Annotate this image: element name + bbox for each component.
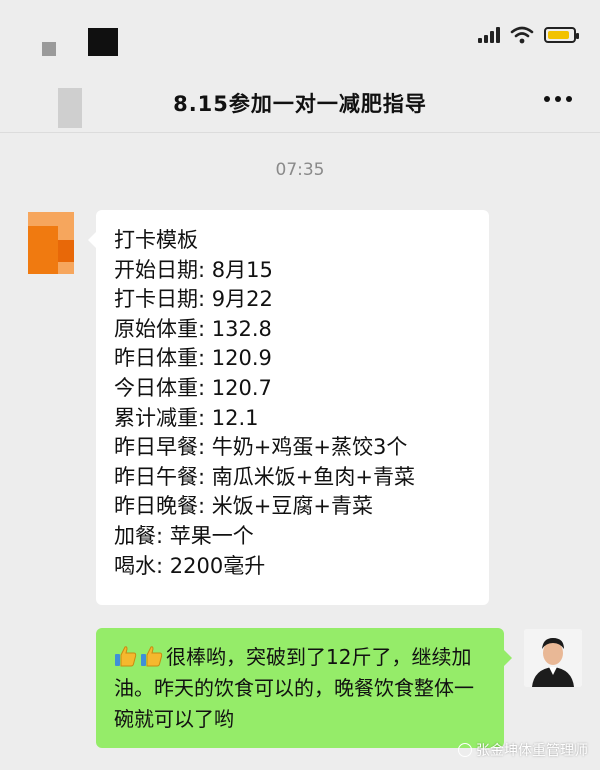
checkin-row-value: 12.1 <box>211 405 259 430</box>
checkin-row-value: 120.9 <box>211 346 272 371</box>
checkin-rows: 开始日期: 8月15 打卡日期: 9月22 原始体重: 132.8 昨日体重: 120… <box>114 256 475 582</box>
checkin-row: 累计减重: 12.1 <box>114 404 475 434</box>
checkin-row-value: 牛奶+鸡蛋+蒸饺3个 <box>211 435 408 460</box>
chat-title: 8.15参加一对一减肥指导 <box>173 92 427 116</box>
blurred-region <box>88 28 118 56</box>
checkin-row: 昨日早餐: 牛奶+鸡蛋+蒸饺3个 <box>114 433 475 463</box>
checkin-row-value: 120.7 <box>211 375 272 400</box>
checkin-row-label: 昨日晚餐: <box>114 494 206 519</box>
sender-avatar[interactable] <box>28 212 74 274</box>
my-avatar[interactable] <box>524 629 582 687</box>
status-icons <box>478 26 579 44</box>
checkin-row-label: 加餐: <box>114 523 164 548</box>
reply-message-bubble[interactable]: 很棒哟，突破到了12斤了，继续加油。昨天的饮食可以的，晚餐饮食整体一碗就可以了哟 <box>96 628 512 748</box>
blurred-region <box>58 88 82 128</box>
checkin-row: 喝水: 2200毫升 <box>114 552 475 582</box>
man-portrait-icon <box>524 629 582 687</box>
checkin-row: 今日体重: 120.7 <box>114 374 475 404</box>
reply-text: 很棒哟，突破到了12斤了，继续加油。昨天的饮食可以的，晚餐饮食整体一碗就可以了哟 <box>114 645 474 731</box>
thumbs-up-icon <box>141 646 163 667</box>
checkin-row-label: 喝水: <box>114 553 164 578</box>
checkin-row-label: 打卡日期: <box>114 287 206 312</box>
checkin-row: 加餐: 苹果一个 <box>114 522 475 552</box>
checkin-row: 昨日体重: 120.9 <box>114 344 475 374</box>
checkin-row-label: 累计减重: <box>114 405 206 430</box>
checkin-row-label: 昨日早餐: <box>114 435 206 460</box>
checkin-row-value: 米饭+豆腐+青菜 <box>211 494 373 519</box>
checkin-row-value: 苹果一个 <box>169 523 254 548</box>
checkin-row: 昨日午餐: 南瓜米饭+鱼肉+青菜 <box>114 463 475 493</box>
battery-icon <box>544 27 579 43</box>
more-dots-icon[interactable] <box>544 96 572 102</box>
checkin-row-value: 9月22 <box>211 287 273 312</box>
checkin-title: 打卡模板 <box>114 228 198 252</box>
checkin-row-label: 昨日体重: <box>114 346 206 371</box>
checkin-message-bubble[interactable]: 打卡模板 开始日期: 8月15 打卡日期: 9月22 原始体重: 132.8 昨日体重… <box>88 210 489 605</box>
thumbs-up-icon <box>115 646 137 667</box>
checkin-row-value: 8月15 <box>211 257 273 282</box>
checkin-row-label: 开始日期: <box>114 257 206 282</box>
battery-level <box>548 31 569 39</box>
status-bar <box>0 0 600 70</box>
checkin-row-label: 原始体重: <box>114 316 206 341</box>
watermark-icon <box>458 743 472 757</box>
chat-header: 8.15参加一对一减肥指导 <box>0 70 600 133</box>
blurred-region <box>42 42 56 56</box>
checkin-row-label: 今日体重: <box>114 375 206 400</box>
message-timestamp: 07:35 <box>275 160 325 180</box>
reply-content: 很棒哟，突破到了12斤了，继续加油。昨天的饮食可以的，晚餐饮食整体一碗就可以了哟 <box>114 642 492 735</box>
watermark: 张金坤体重管理师 <box>458 740 588 760</box>
checkin-row: 打卡日期: 9月22 <box>114 285 475 315</box>
checkin-row-value: 132.8 <box>211 316 272 341</box>
watermark-text: 张金坤体重管理师 <box>476 743 588 759</box>
checkin-row: 开始日期: 8月15 <box>114 256 475 286</box>
checkin-row: 昨日晚餐: 米饭+豆腐+青菜 <box>114 492 475 522</box>
checkin-row-label: 昨日午餐: <box>114 464 206 489</box>
checkin-row-value: 2200毫升 <box>169 553 266 578</box>
wifi-icon <box>510 26 534 44</box>
checkin-row-value: 南瓜米饭+鱼肉+青菜 <box>211 464 415 489</box>
signal-icon <box>478 27 500 43</box>
checkin-row: 原始体重: 132.8 <box>114 315 475 345</box>
